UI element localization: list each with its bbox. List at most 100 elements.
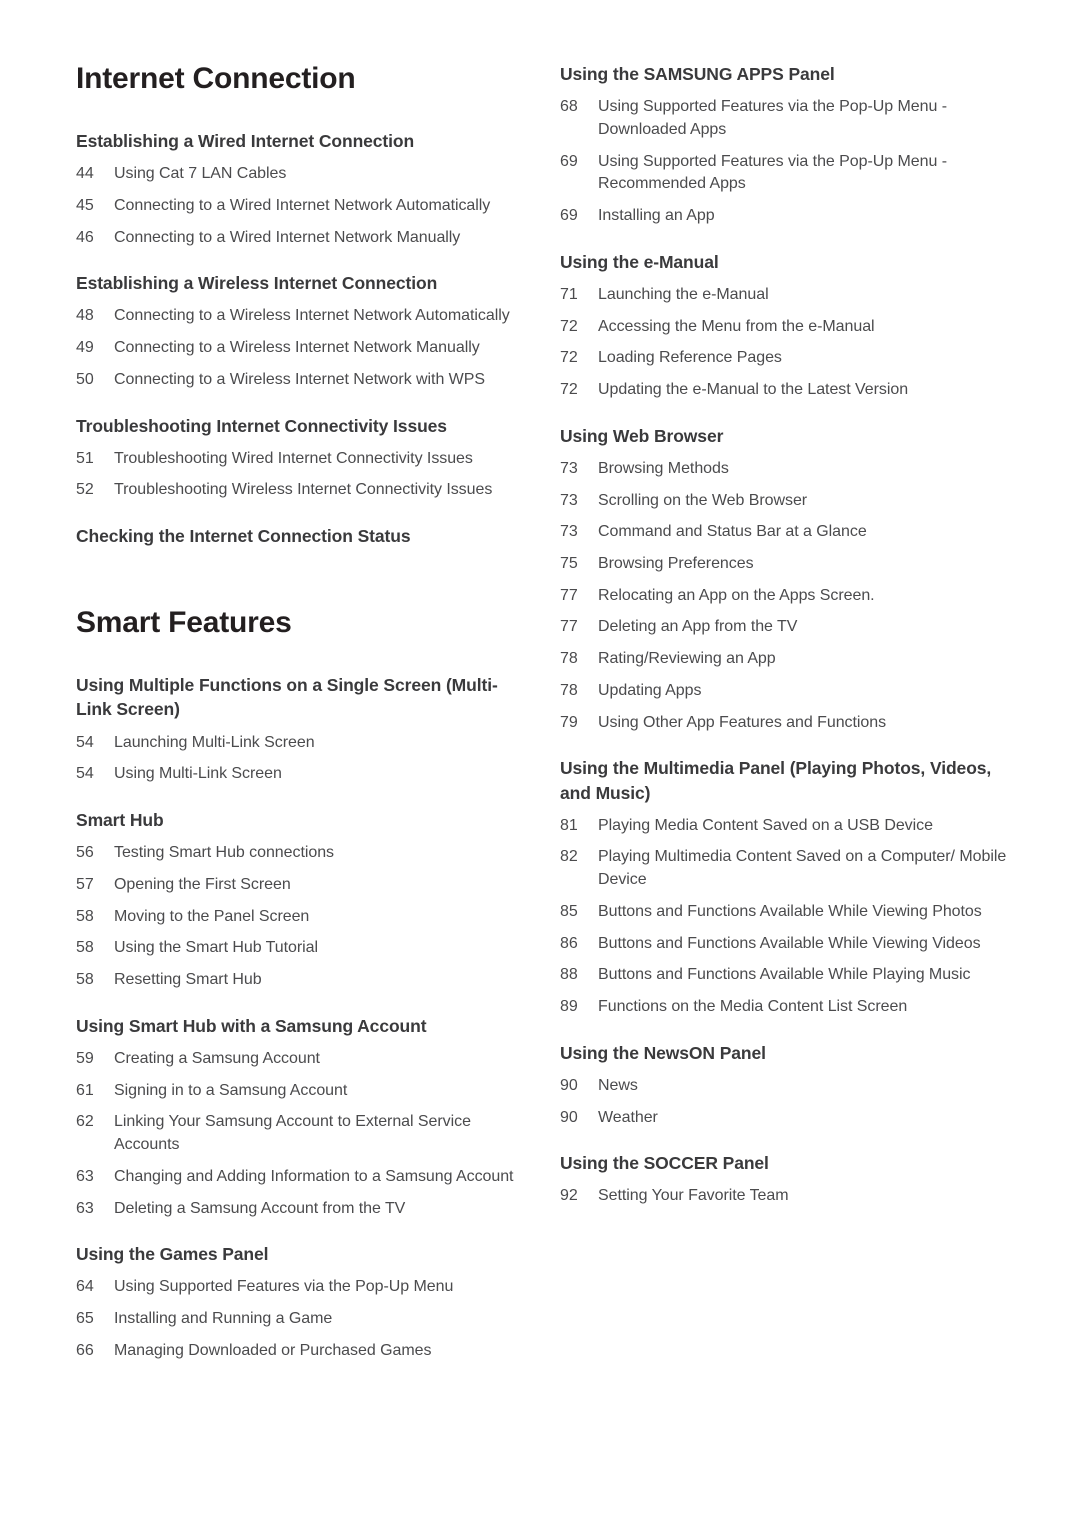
toc-entry-page-number: 58 xyxy=(76,907,94,925)
toc-entry-page-number: 72 xyxy=(560,349,578,367)
toc-entry[interactable]: 78 Updating Apps xyxy=(560,680,1012,703)
toc-entry-page-number: 78 xyxy=(560,681,578,699)
toc-section: Using Multiple Functions on a Single Scr… xyxy=(76,673,528,786)
toc-section-heading[interactable]: Troubleshooting Internet Connectivity Is… xyxy=(76,414,528,438)
toc-entry-title: Changing and Adding Information to a Sam… xyxy=(114,1167,514,1185)
toc-entry[interactable]: 66 Managing Downloaded or Purchased Games xyxy=(76,1340,528,1363)
toc-entry[interactable]: 69 Using Supported Features via the Pop-U… xyxy=(560,151,1012,196)
toc-entry[interactable]: 79 Using Other App Features and Functions xyxy=(560,712,1012,735)
toc-entry[interactable]: 72 Updating the e-Manual to the Latest Ve… xyxy=(560,379,1012,402)
toc-entry-title: News xyxy=(598,1076,638,1094)
toc-section-heading[interactable]: Checking the Internet Connection Status xyxy=(76,524,528,548)
toc-entry[interactable]: 77 Deleting an App from the TV xyxy=(560,616,1012,639)
toc-entry-title: Using Supported Features via the Pop-Up … xyxy=(114,1278,454,1296)
toc-section-heading[interactable]: Using Multiple Functions on a Single Scr… xyxy=(76,673,528,721)
toc-entry[interactable]: 58 Using the Smart Hub Tutorial xyxy=(76,937,528,960)
toc-entry[interactable]: 52 Troubleshooting Wireless Internet Conn… xyxy=(76,479,528,502)
toc-entry[interactable]: 49 Connecting to a Wireless Internet Netw… xyxy=(76,337,528,360)
toc-entry[interactable]: 46 Connecting to a Wired Internet Network… xyxy=(76,227,528,250)
toc-entry-title: Using Supported Features via the Pop-Up … xyxy=(598,98,947,138)
toc-section-heading[interactable]: Using the SAMSUNG APPS Panel xyxy=(560,62,1012,86)
toc-entry[interactable]: 62 Linking Your Samsung Account to Extern… xyxy=(76,1111,528,1156)
toc-entry[interactable]: 54 Launching Multi-Link Screen xyxy=(76,732,528,755)
toc-entry[interactable]: 86 Buttons and Functions Available While … xyxy=(560,933,1012,956)
toc-section-heading[interactable]: Using the NewsON Panel xyxy=(560,1041,1012,1065)
toc-entry[interactable]: 45 Connecting to a Wired Internet Network… xyxy=(76,195,528,218)
toc-entry-page-number: 63 xyxy=(76,1199,94,1217)
toc-section: Using the NewsON Panel 90 News 90 Weather xyxy=(560,1041,1012,1130)
toc-section: Checking the Internet Connection Status xyxy=(76,524,528,548)
toc-entry[interactable]: 72 Loading Reference Pages xyxy=(560,347,1012,370)
toc-entry-title: Setting Your Favorite Team xyxy=(598,1187,789,1205)
toc-entry-page-number: 75 xyxy=(560,555,578,573)
toc-entry-page-number: 68 xyxy=(560,98,578,116)
toc-entry-title: Deleting an App from the TV xyxy=(598,618,798,636)
toc-entry[interactable]: 58 Resetting Smart Hub xyxy=(76,969,528,992)
toc-entry[interactable]: 56 Testing Smart Hub connections xyxy=(76,842,528,865)
toc-entry[interactable]: 50 Connecting to a Wireless Internet Netw… xyxy=(76,369,528,392)
toc-entry-title: Installing an App xyxy=(598,207,715,225)
toc-entry[interactable]: 85 Buttons and Functions Available While … xyxy=(560,901,1012,924)
toc-section-heading[interactable]: Using the Multimedia Panel (Playing Phot… xyxy=(560,756,1012,804)
toc-entry[interactable]: 63 Changing and Adding Information to a S… xyxy=(76,1166,528,1189)
toc-entry[interactable]: 64 Using Supported Features via the Pop-U… xyxy=(76,1276,528,1299)
toc-entry[interactable]: 89 Functions on the Media Content List Sc… xyxy=(560,996,1012,1019)
toc-entry-page-number: 63 xyxy=(76,1167,94,1185)
toc-entry[interactable]: 54 Using Multi-Link Screen xyxy=(76,763,528,786)
toc-entry-title: Moving to the Panel Screen xyxy=(114,907,310,925)
toc-entry[interactable]: 51 Troubleshooting Wired Internet Connect… xyxy=(76,448,528,471)
toc-entry-title: Troubleshooting Wireless Internet Connec… xyxy=(114,481,493,499)
toc-entry[interactable]: 90 Weather xyxy=(560,1107,1012,1130)
toc-entry[interactable]: 69 Installing an App xyxy=(560,205,1012,228)
toc-entry[interactable]: 65 Installing and Running a Game xyxy=(76,1308,528,1331)
toc-section-heading[interactable]: Using the SOCCER Panel xyxy=(560,1151,1012,1175)
toc-entry-page-number: 51 xyxy=(76,449,94,467)
toc-entry[interactable]: 81 Playing Media Content Saved on a USB D… xyxy=(560,815,1012,838)
toc-entry-page-number: 50 xyxy=(76,370,94,388)
toc-entry[interactable]: 73 Scrolling on the Web Browser xyxy=(560,490,1012,513)
toc-entry-page-number: 69 xyxy=(560,207,578,225)
toc-entry[interactable]: 90 News xyxy=(560,1075,1012,1098)
toc-entry-page-number: 69 xyxy=(560,152,578,170)
toc-entry[interactable]: 44 Using Cat 7 LAN Cables xyxy=(76,163,528,186)
toc-section-heading[interactable]: Establishing a Wireless Internet Connect… xyxy=(76,271,528,295)
toc-entry-title: Buttons and Functions Available While Pl… xyxy=(598,966,971,984)
toc-entry[interactable]: 77 Relocating an App on the Apps Screen. xyxy=(560,585,1012,608)
toc-entry[interactable]: 61 Signing in to a Samsung Account xyxy=(76,1080,528,1103)
toc-entry[interactable]: 59 Creating a Samsung Account xyxy=(76,1048,528,1071)
toc-entry[interactable]: 92 Setting Your Favorite Team xyxy=(560,1185,1012,1208)
toc-entry[interactable]: 58 Moving to the Panel Screen xyxy=(76,906,528,929)
toc-entry[interactable]: 71 Launching the e-Manual xyxy=(560,284,1012,307)
toc-section-heading[interactable]: Using the Games Panel xyxy=(76,1242,528,1266)
toc-part-title[interactable]: Smart Features xyxy=(76,606,528,639)
toc-entry[interactable]: 73 Browsing Methods xyxy=(560,458,1012,481)
toc-entry[interactable]: 68 Using Supported Features via the Pop-U… xyxy=(560,96,1012,141)
toc-section-heading[interactable]: Using the e-Manual xyxy=(560,250,1012,274)
toc-entry-title: Managing Downloaded or Purchased Games xyxy=(114,1341,432,1359)
toc-entry[interactable]: 57 Opening the First Screen xyxy=(76,874,528,897)
toc-entry-title: Connecting to a Wireless Internet Networ… xyxy=(114,339,480,357)
toc-section-heading[interactable]: Smart Hub xyxy=(76,808,528,832)
toc-entry-page-number: 89 xyxy=(560,997,578,1015)
toc-entry[interactable]: 73 Command and Status Bar at a Glance xyxy=(560,521,1012,544)
toc-entry[interactable]: 72 Accessing the Menu from the e-Manual xyxy=(560,316,1012,339)
toc-entry-page-number: 48 xyxy=(76,307,94,325)
toc-right-column: Using the SAMSUNG APPS Panel 68 Using Supp… xyxy=(560,62,1012,1208)
toc-entry[interactable]: 75 Browsing Preferences xyxy=(560,553,1012,576)
toc-part-title[interactable]: Internet Connection xyxy=(76,62,528,95)
toc-entry[interactable]: 63 Deleting a Samsung Account from the TV xyxy=(76,1198,528,1221)
toc-section-heading[interactable]: Using Web Browser xyxy=(560,424,1012,448)
toc-entry-page-number: 64 xyxy=(76,1278,94,1296)
toc-entry[interactable]: 82 Playing Multimedia Content Saved on a … xyxy=(560,846,1012,891)
toc-entry[interactable]: 88 Buttons and Functions Available While … xyxy=(560,964,1012,987)
toc-section-heading[interactable]: Establishing a Wired Internet Connection xyxy=(76,129,528,153)
toc-section-heading[interactable]: Using Smart Hub with a Samsung Account xyxy=(76,1014,528,1038)
toc-entry[interactable]: 48 Connecting to a Wireless Internet Netw… xyxy=(76,305,528,328)
toc-entry-title: Scrolling on the Web Browser xyxy=(598,491,808,509)
toc-entry-title: Signing in to a Samsung Account xyxy=(114,1081,348,1099)
toc-entry[interactable]: 78 Rating/Reviewing an App xyxy=(560,648,1012,671)
toc-entry-title: Using Multi-Link Screen xyxy=(114,765,282,783)
toc-entry-page-number: 49 xyxy=(76,339,94,357)
toc-entry-page-number: 88 xyxy=(560,966,578,984)
toc-section: Using the e-Manual 71 Launching the e-Manu… xyxy=(560,250,1012,402)
